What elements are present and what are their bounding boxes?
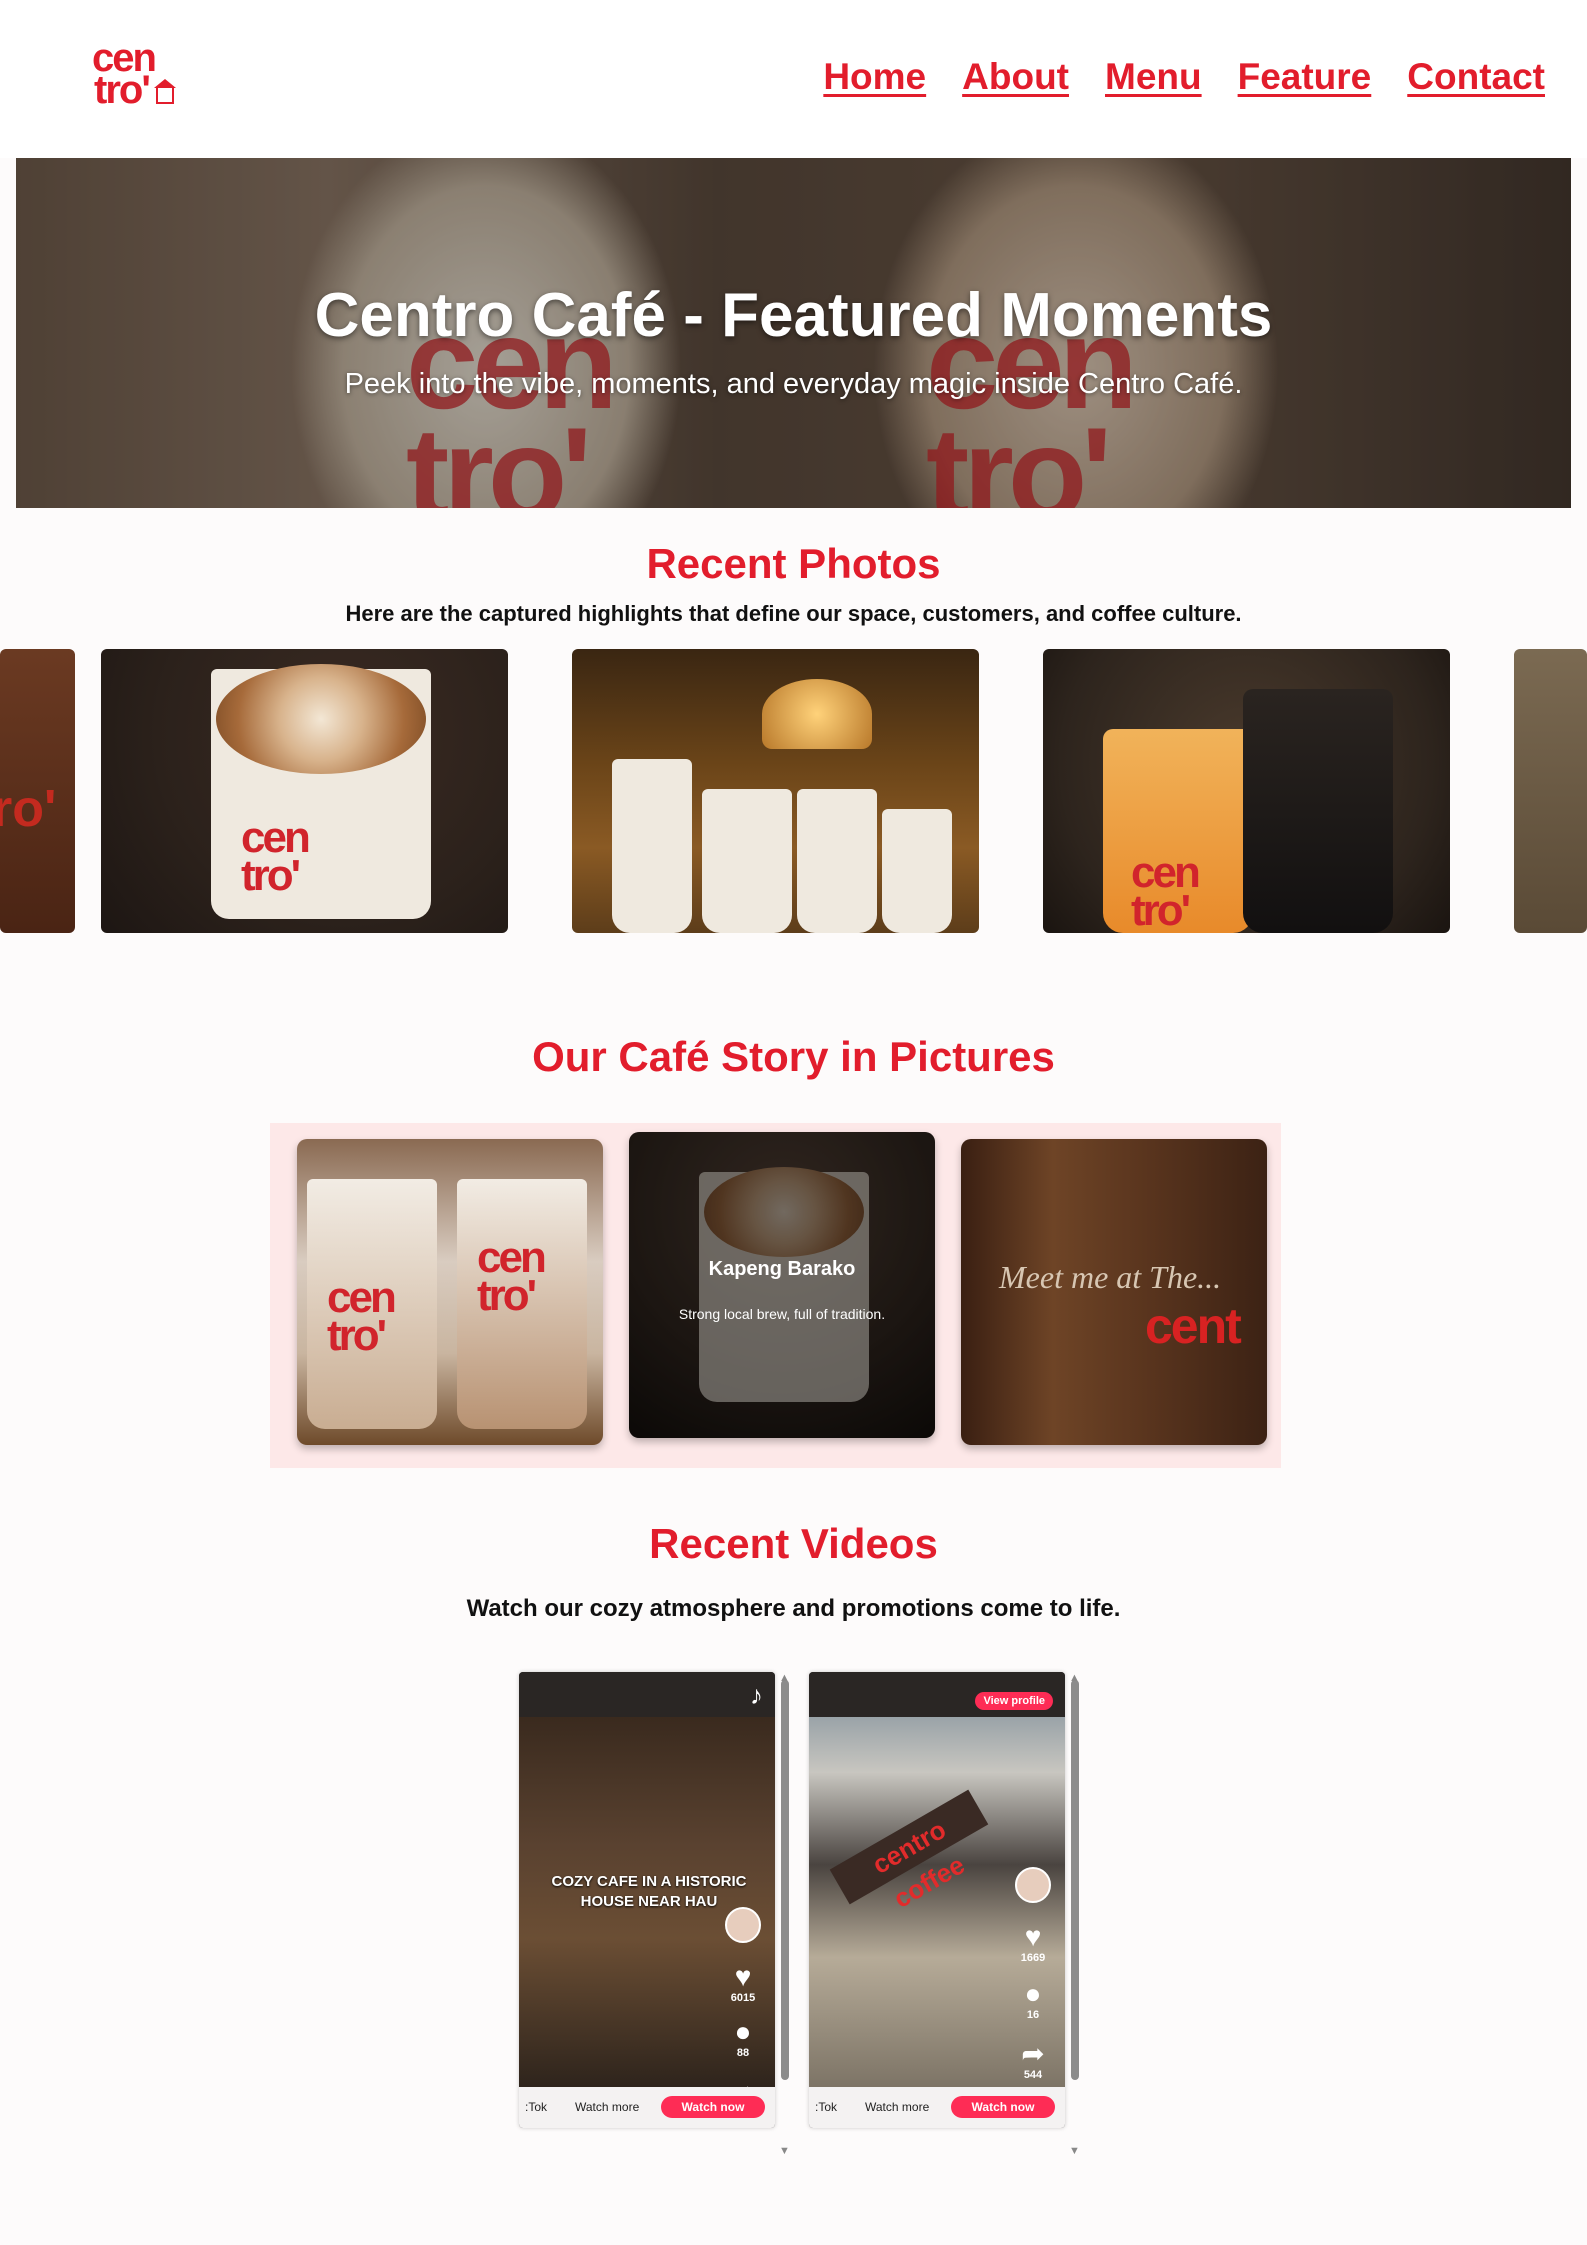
- video-top-bar: View profile: [809, 1672, 1065, 1717]
- creator-avatar[interactable]: [1015, 1867, 1051, 1903]
- centro-logo[interactable]: cen tro': [92, 38, 182, 118]
- scroll-down-arrow-icon[interactable]: ▼: [779, 2145, 790, 2157]
- photo-slide-cup-stack[interactable]: [572, 649, 979, 933]
- hero-subtitle: Peek into the vibe, moments, and everyda…: [344, 368, 1243, 400]
- watch-more-text: Watch more: [575, 2100, 640, 2114]
- main-nav: Home About Menu Feature Contact: [787, 56, 1545, 98]
- photo-slide-partial-right[interactable]: [1514, 649, 1587, 933]
- sign-brand: cent: [1145, 1298, 1242, 1354]
- cup-brand-print: cen tro': [477, 1233, 547, 1320]
- story-card-iced-coffee[interactable]: cen tro' cen tro': [297, 1139, 603, 1445]
- heart-icon: ♥: [1024, 1921, 1042, 1952]
- tiktok-label: :Tok: [525, 2100, 548, 2114]
- watch-more-text: Watch more: [865, 2100, 930, 2114]
- cup-brand-print: cen tro': [241, 813, 311, 900]
- recent-photos-title: Recent Photos: [646, 540, 941, 587]
- hero-title: Centro Café - Featured Moments: [314, 281, 1273, 350]
- comment-icon: ●: [1024, 1978, 1042, 2009]
- nav-contact-link[interactable]: Contact: [1371, 56, 1545, 98]
- video-scrollbar[interactable]: [1071, 1680, 1079, 2080]
- cup-stack-image: [702, 789, 792, 933]
- photo-sign-text: ro': [0, 780, 57, 838]
- tiktok-icon: ♪: [750, 1680, 763, 1710]
- video-scene-storefront: centro coffee ♥ 1669 ● 16 ➦ 544: [809, 1717, 1065, 2087]
- nav-about-link[interactable]: About: [926, 56, 1069, 98]
- creator-avatar[interactable]: [725, 1907, 761, 1943]
- share-count: 544: [1023, 2069, 1043, 2081]
- cup-stack-image: [882, 809, 952, 933]
- storefront-sign-image: centro coffee: [829, 1789, 989, 1914]
- scroll-up-arrow-icon[interactable]: ▲: [779, 1672, 790, 1684]
- heart-icon: ♥: [734, 1961, 752, 1992]
- view-profile-button[interactable]: View profile: [975, 1692, 1053, 1710]
- share-control[interactable]: ➦ 544: [1015, 2038, 1051, 2082]
- iced-coffee-cup-image: [1243, 689, 1393, 933]
- story-title: Our Café Story in Pictures: [532, 1033, 1055, 1080]
- like-count: 6015: [730, 1992, 756, 2004]
- watch-now-button[interactable]: Watch now: [951, 2096, 1055, 2118]
- story-card-kapeng-barako[interactable]: Kapeng Barako Strong local brew, full of…: [629, 1132, 935, 1438]
- cup-stack-image: [612, 759, 692, 933]
- video-bottom-bar: :Tok Watch more Watch now: [519, 2087, 775, 2128]
- story-card-text: Strong local brew, full of tradition.: [678, 1306, 886, 1322]
- like-control[interactable]: ♥ 1669: [1015, 1921, 1051, 1965]
- recent-videos-subtitle: Watch our cozy atmosphere and promotions…: [466, 1595, 1121, 1622]
- tiktok-label: :Tok: [815, 2100, 838, 2114]
- scroll-down-arrow-icon[interactable]: ▼: [1069, 2145, 1080, 2157]
- comment-icon: ●: [734, 2016, 752, 2047]
- video-bottom-bar: :Tok Watch more Watch now: [809, 2087, 1065, 2128]
- photo-slide-iced-drinks[interactable]: cen tro': [1043, 649, 1450, 933]
- logo-text-bottom: tro': [94, 68, 151, 112]
- hero-banner: cen tro' cen tro' Centro Café - Featured M…: [16, 158, 1571, 508]
- story-card-overlay: [629, 1132, 935, 1438]
- sign-text: Meet me at The...: [999, 1259, 1222, 1295]
- story-card-title: Kapeng Barako: [708, 1258, 856, 1280]
- pendant-lamp-image: [762, 679, 872, 749]
- tiktok-video-embed[interactable]: View profile centro coffee ♥ 1669 ● 16 ➦…: [809, 1672, 1065, 2128]
- nav-menu-link[interactable]: Menu: [1069, 56, 1202, 98]
- recent-photos-subtitle: Here are the captured highlights that de…: [345, 601, 1242, 626]
- iced-latte-cup-image: cen tro': [307, 1179, 437, 1429]
- photo-slide-partial-left[interactable]: ro': [0, 649, 75, 933]
- story-card-sign[interactable]: Meet me at The... cent: [961, 1139, 1267, 1445]
- nav-feature-link[interactable]: Feature: [1202, 56, 1372, 98]
- like-count: 1669: [1020, 1952, 1046, 1964]
- comment-control[interactable]: ● 16: [1015, 1978, 1051, 2022]
- iced-tea-cup-image: cen tro': [1103, 729, 1253, 933]
- recent-videos-title: Recent Videos: [649, 1520, 938, 1567]
- house-icon: [154, 79, 176, 104]
- nav-home-link[interactable]: Home: [787, 56, 926, 98]
- latte-cup-image: cen tro': [211, 664, 431, 919]
- scroll-up-arrow-icon[interactable]: ▲: [1069, 1672, 1080, 1684]
- like-control[interactable]: ♥ 6015: [725, 1961, 761, 2005]
- cup-brand-print: cen tro': [1131, 848, 1201, 933]
- cup-brand-print: cen tro': [327, 1273, 397, 1360]
- comment-count: 88: [736, 2047, 750, 2059]
- cup-stack-image: [797, 789, 877, 933]
- comment-control[interactable]: ● 88: [725, 2016, 761, 2060]
- tiktok-video-embed[interactable]: ♪ COZY CAFE IN A HISTORIC HOUSE NEAR HAU…: [519, 1672, 775, 2128]
- video-scrollbar[interactable]: [781, 1680, 789, 2080]
- comment-count: 16: [1026, 2009, 1040, 2021]
- video-top-bar: ♪: [519, 1672, 775, 1717]
- share-icon: ➦: [1021, 2038, 1045, 2069]
- site-header: cen tro' Home About Menu Feature Contact: [0, 0, 1587, 158]
- iced-latte-cup-image: cen tro': [457, 1179, 587, 1429]
- video-scene-cafe-interior: COZY CAFE IN A HISTORIC HOUSE NEAR HAU ♥…: [519, 1717, 775, 2119]
- photo-slide-latte[interactable]: cen tro': [101, 649, 508, 933]
- watch-now-button[interactable]: Watch now: [661, 2096, 765, 2118]
- latte-art-image: [216, 664, 426, 774]
- video-overlay-text: COZY CAFE IN A HISTORIC HOUSE NEAR HAU: [551, 1873, 747, 1910]
